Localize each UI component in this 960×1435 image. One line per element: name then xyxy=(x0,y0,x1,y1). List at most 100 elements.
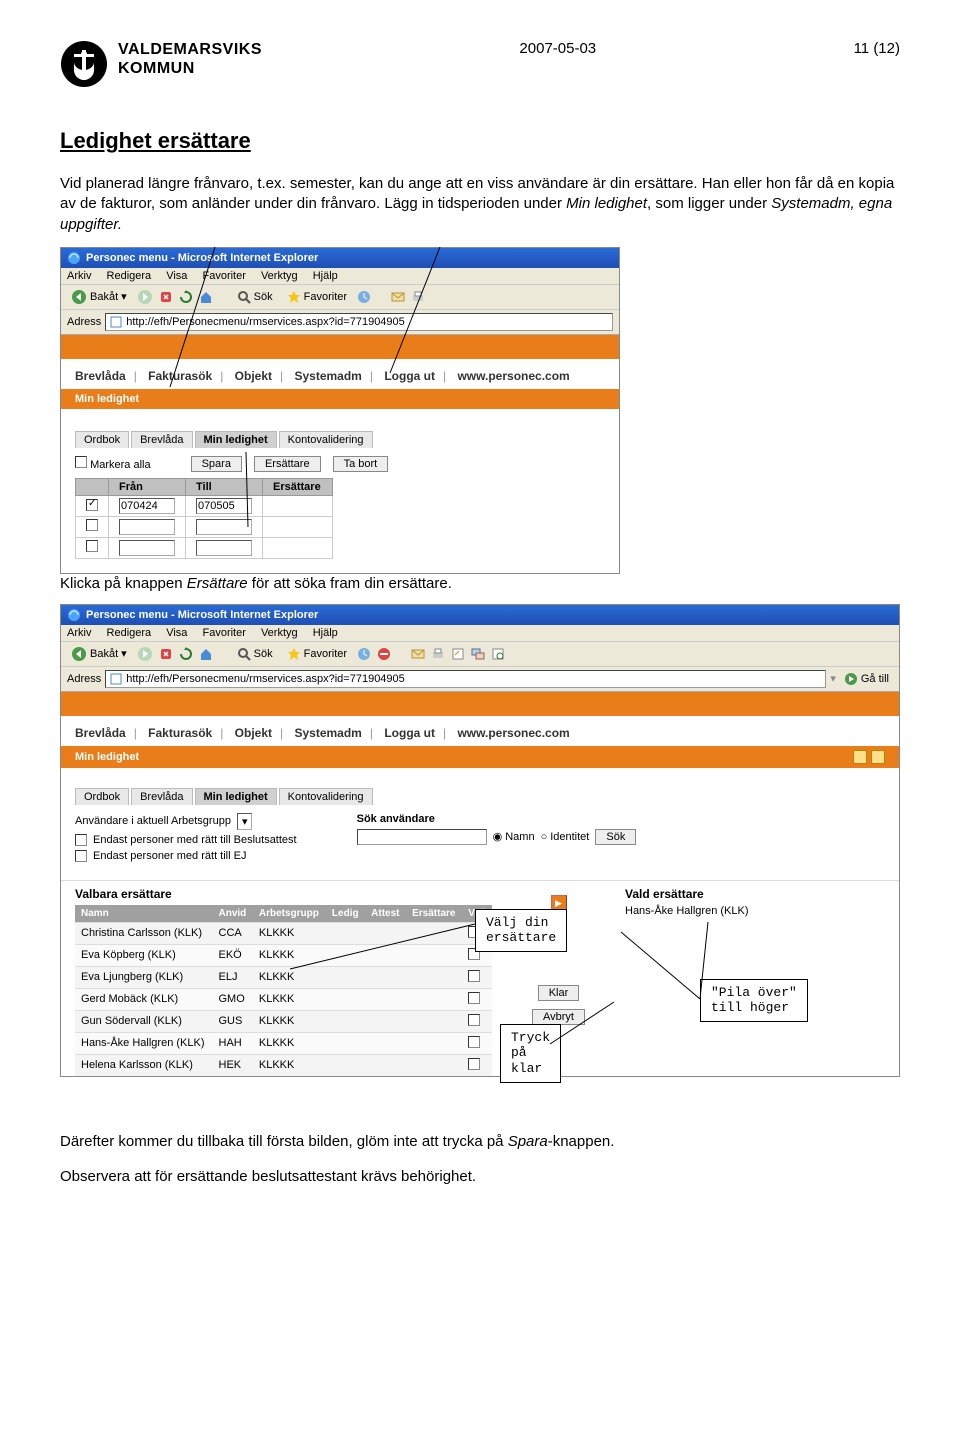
research-icon[interactable] xyxy=(491,647,505,661)
row-checkbox[interactable] xyxy=(86,519,98,531)
stop-icon[interactable] xyxy=(159,647,173,661)
beslutsattest-checkbox[interactable] xyxy=(75,834,87,846)
nav-loggaut[interactable]: Logga ut xyxy=(384,369,435,383)
back-button[interactable]: Bakåt ▾ xyxy=(67,645,131,663)
foot1a: Därefter kommer du tillbaka till första … xyxy=(60,1133,508,1150)
tab-kontovalidering[interactable]: Kontovalidering xyxy=(279,788,373,805)
tab-brevlada[interactable]: Brevlåda xyxy=(131,788,192,805)
nav-systemadm[interactable]: Systemadm xyxy=(294,726,361,740)
stop-icon[interactable] xyxy=(159,290,173,304)
spara-button[interactable]: Spara xyxy=(191,456,242,472)
menu-hjalp[interactable]: Hjälp xyxy=(313,270,338,282)
menu-arkiv[interactable]: Arkiv xyxy=(67,270,91,282)
cell-namn: Eva Köpberg (KLK) xyxy=(75,944,213,966)
address-input[interactable]: http://efh/Personecmenu/rmservices.aspx?… xyxy=(105,313,613,331)
till-date-input[interactable] xyxy=(196,498,252,514)
page-icon xyxy=(110,673,122,685)
ersattare-button[interactable]: Ersättare xyxy=(254,456,321,472)
tab-min-ledighet[interactable]: Min ledighet xyxy=(195,788,277,805)
valj-checkbox[interactable] xyxy=(462,1032,492,1054)
markera-alla-check[interactable]: Markera alla xyxy=(75,456,151,471)
search-button[interactable]: Sök xyxy=(233,289,277,305)
back-arrow-icon xyxy=(71,289,87,305)
block-icon[interactable] xyxy=(377,647,391,661)
till-date-input[interactable] xyxy=(196,540,252,556)
menu-visa[interactable]: Visa xyxy=(166,270,187,282)
cell-ersattare xyxy=(406,966,462,988)
menu-redigera[interactable]: Redigera xyxy=(107,270,152,282)
back-button[interactable]: Bakåt ▾ xyxy=(67,288,131,306)
fran-date-input[interactable] xyxy=(119,498,175,514)
tab-ordbok[interactable]: Ordbok xyxy=(75,431,129,448)
valj-checkbox[interactable] xyxy=(462,1010,492,1032)
menu-redigera[interactable]: Redigera xyxy=(107,627,152,639)
nav-personec[interactable]: www.personec.com xyxy=(457,726,569,740)
info-icon[interactable] xyxy=(871,750,885,764)
tab-min-ledighet[interactable]: Min ledighet xyxy=(195,431,277,448)
nav-objekt[interactable]: Objekt xyxy=(235,726,272,740)
address-input[interactable]: http://efh/Personecmenu/rmservices.aspx?… xyxy=(105,670,826,688)
mail-icon[interactable] xyxy=(391,290,405,304)
favorites-button[interactable]: Favoriter xyxy=(283,289,351,305)
fran-date-input[interactable] xyxy=(119,540,175,556)
arbetsgrupp-select[interactable]: ▾ xyxy=(237,813,253,830)
valj-checkbox[interactable] xyxy=(462,1054,492,1076)
cell-ersattare xyxy=(406,1054,462,1076)
nav-fakturasok[interactable]: Fakturasök xyxy=(148,369,212,383)
nav-brevlada[interactable]: Brevlåda xyxy=(75,726,126,740)
menu-verktyg[interactable]: Verktyg xyxy=(261,627,298,639)
search-button[interactable]: Sök xyxy=(233,646,277,662)
tab-ordbok[interactable]: Ordbok xyxy=(75,788,129,805)
search-icon xyxy=(237,290,251,304)
table-row: Christina Carlsson (KLK)CCAKLKKK xyxy=(75,922,492,944)
valj-checkbox[interactable] xyxy=(462,988,492,1010)
row-checkbox[interactable] xyxy=(86,540,98,552)
forward-arrow-icon[interactable] xyxy=(137,289,153,305)
menu-favoriter[interactable]: Favoriter xyxy=(202,627,245,639)
edit-icon[interactable] xyxy=(451,647,465,661)
go-button[interactable]: Gå till xyxy=(840,671,893,687)
row-checkbox[interactable] xyxy=(86,499,98,511)
cap2b: Ersättare xyxy=(187,575,248,592)
sok-button[interactable]: Sök xyxy=(595,829,636,845)
nav-objekt[interactable]: Objekt xyxy=(235,369,272,383)
help-icon[interactable] xyxy=(853,750,867,764)
nav-brevlada[interactable]: Brevlåda xyxy=(75,369,126,383)
menu-arkiv[interactable]: Arkiv xyxy=(67,627,91,639)
menu-hjalp[interactable]: Hjälp xyxy=(313,627,338,639)
history-icon[interactable] xyxy=(357,290,371,304)
refresh-icon[interactable] xyxy=(179,290,193,304)
avbryt-button[interactable]: Avbryt xyxy=(532,1009,585,1025)
nav-systemadm[interactable]: Systemadm xyxy=(294,369,361,383)
tab-brevlada[interactable]: Brevlåda xyxy=(131,431,192,448)
home-icon[interactable] xyxy=(199,290,213,304)
klar-button[interactable]: Klar xyxy=(538,985,580,1001)
valj-checkbox[interactable] xyxy=(462,966,492,988)
forward-arrow-icon[interactable] xyxy=(137,646,153,662)
menu-verktyg[interactable]: Verktyg xyxy=(261,270,298,282)
sok-input[interactable] xyxy=(357,829,487,845)
home-icon[interactable] xyxy=(199,647,213,661)
print-icon[interactable] xyxy=(431,647,445,661)
nav-fakturasok[interactable]: Fakturasök xyxy=(148,726,212,740)
tab-kontovalidering[interactable]: Kontovalidering xyxy=(279,431,373,448)
nav-loggaut[interactable]: Logga ut xyxy=(384,726,435,740)
discuss-icon[interactable] xyxy=(471,647,485,661)
refresh-icon[interactable] xyxy=(179,647,193,661)
fran-date-input[interactable] xyxy=(119,519,175,535)
print-icon[interactable] xyxy=(411,290,425,304)
identitet-radio[interactable]: ○ Identitet xyxy=(541,831,590,843)
mail-icon[interactable] xyxy=(411,647,425,661)
favorites-button[interactable]: Favoriter xyxy=(283,646,351,662)
municipality-logo-icon xyxy=(60,40,108,88)
ej-checkbox[interactable] xyxy=(75,850,87,862)
till-date-input[interactable] xyxy=(196,519,252,535)
tabort-button[interactable]: Ta bort xyxy=(333,456,389,472)
star-icon xyxy=(287,647,301,661)
nav-personec[interactable]: www.personec.com xyxy=(457,369,569,383)
namn-radio[interactable]: ◉ Namn xyxy=(493,830,535,843)
history-icon[interactable] xyxy=(357,647,371,661)
menu-favoriter[interactable]: Favoriter xyxy=(202,270,245,282)
menu-visa[interactable]: Visa xyxy=(166,627,187,639)
screenshot-1: Personec menu - Microsoft Internet Explo… xyxy=(60,247,620,574)
